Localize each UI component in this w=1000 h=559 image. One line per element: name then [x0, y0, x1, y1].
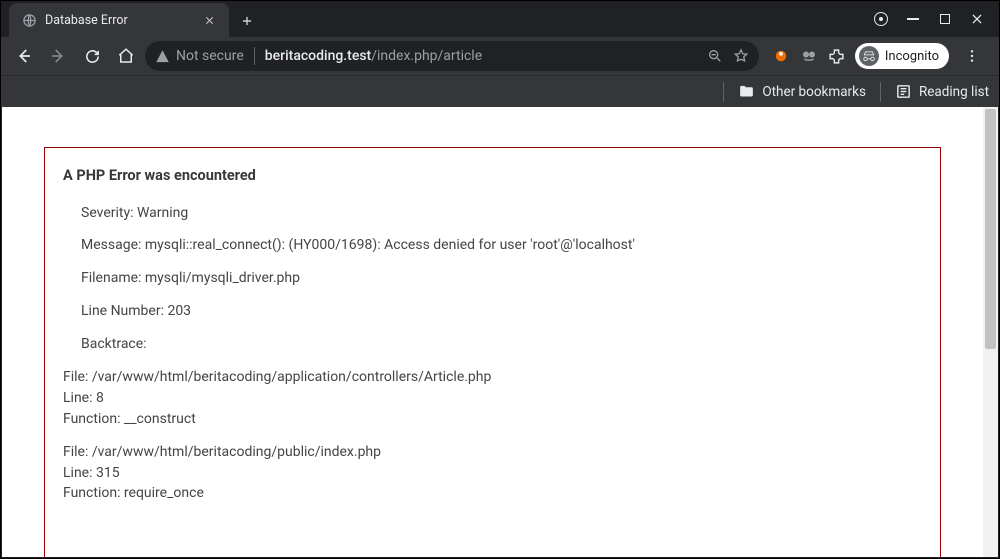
nav-toolbar: Not secure beritacoding.test/index.php/a… — [1, 37, 999, 75]
backtrace-entry: File: /var/www/html/beritacoding/applica… — [63, 368, 922, 429]
backtrace-label: Backtrace: — [81, 335, 922, 354]
omnibox-separator — [254, 47, 255, 65]
error-details: Severity: Warning Message: mysqli::real_… — [63, 204, 922, 354]
window-controls — [865, 5, 999, 37]
extensions-area: Incognito — [763, 41, 991, 71]
extensions-menu-icon[interactable] — [827, 46, 847, 66]
backtrace-entry: File: /var/www/html/beritacoding/public/… — [63, 443, 922, 504]
tab-title: Database Error — [45, 13, 128, 28]
page-content: A PHP Error was encountered Severity: Wa… — [2, 107, 983, 557]
page-viewport: A PHP Error was encountered Severity: Wa… — [2, 107, 998, 557]
warning-icon — [155, 49, 170, 64]
reload-button[interactable] — [77, 41, 107, 71]
trace-function: Function: __construct — [63, 410, 922, 429]
trace-line: Line: 8 — [63, 389, 922, 408]
extension-icon-2[interactable] — [799, 46, 819, 66]
window-maximize-button[interactable] — [929, 5, 961, 33]
home-button[interactable] — [111, 41, 141, 71]
titlebar: Database Error — [1, 1, 999, 37]
scrollbar-thumb[interactable] — [985, 109, 996, 349]
bookmarks-separator — [723, 82, 724, 102]
error-line-number: Line Number: 203 — [81, 302, 922, 321]
incognito-indicator[interactable]: Incognito — [855, 43, 949, 69]
not-secure-indicator[interactable]: Not secure — [155, 48, 244, 64]
incognito-label: Incognito — [885, 49, 939, 64]
php-error-box: A PHP Error was encountered Severity: Wa… — [44, 147, 941, 557]
chrome-indicator-icon — [865, 5, 897, 33]
reading-list-icon — [895, 83, 912, 100]
trace-function: Function: require_once — [63, 484, 922, 503]
window-close-button[interactable] — [961, 5, 993, 33]
forward-button[interactable] — [43, 41, 73, 71]
url-host: beritacoding.test — [265, 48, 371, 64]
globe-icon — [21, 12, 37, 28]
error-message: Message: mysqli::real_connect(): (HY000/… — [81, 236, 922, 255]
browser-window: Database Error — [0, 0, 1000, 559]
bookmarks-separator-2 — [880, 82, 881, 102]
back-button[interactable] — [9, 41, 39, 71]
trace-line: Line: 315 — [63, 464, 922, 483]
tab-close-button[interactable] — [200, 13, 219, 28]
browser-tab[interactable]: Database Error — [9, 3, 229, 37]
zoom-icon[interactable] — [707, 48, 723, 64]
url-path: /index.php/article — [371, 48, 482, 64]
browser-menu-button[interactable] — [957, 41, 987, 71]
bookmarks-bar: Other bookmarks Reading list — [1, 75, 999, 107]
other-bookmarks-button[interactable]: Other bookmarks — [738, 83, 866, 100]
reading-list-button[interactable]: Reading list — [895, 83, 989, 100]
extension-icon-1[interactable] — [771, 46, 791, 66]
vertical-scrollbar[interactable] — [983, 107, 998, 557]
error-filename: Filename: mysqli/mysqli_driver.php — [81, 269, 922, 288]
address-bar[interactable]: Not secure beritacoding.test/index.php/a… — [145, 41, 759, 71]
trace-file: File: /var/www/html/beritacoding/public/… — [63, 443, 922, 462]
window-minimize-button[interactable] — [897, 5, 929, 33]
not-secure-label: Not secure — [176, 48, 244, 64]
reading-list-label: Reading list — [919, 84, 989, 100]
trace-file: File: /var/www/html/beritacoding/applica… — [63, 368, 922, 387]
error-heading: A PHP Error was encountered — [63, 166, 922, 186]
new-tab-button[interactable] — [233, 7, 261, 35]
bookmark-star-icon[interactable] — [733, 48, 749, 64]
url-text: beritacoding.test/index.php/article — [265, 48, 482, 64]
other-bookmarks-label: Other bookmarks — [762, 84, 866, 100]
incognito-icon — [859, 46, 879, 66]
folder-icon — [738, 83, 755, 100]
error-severity: Severity: Warning — [81, 204, 922, 223]
